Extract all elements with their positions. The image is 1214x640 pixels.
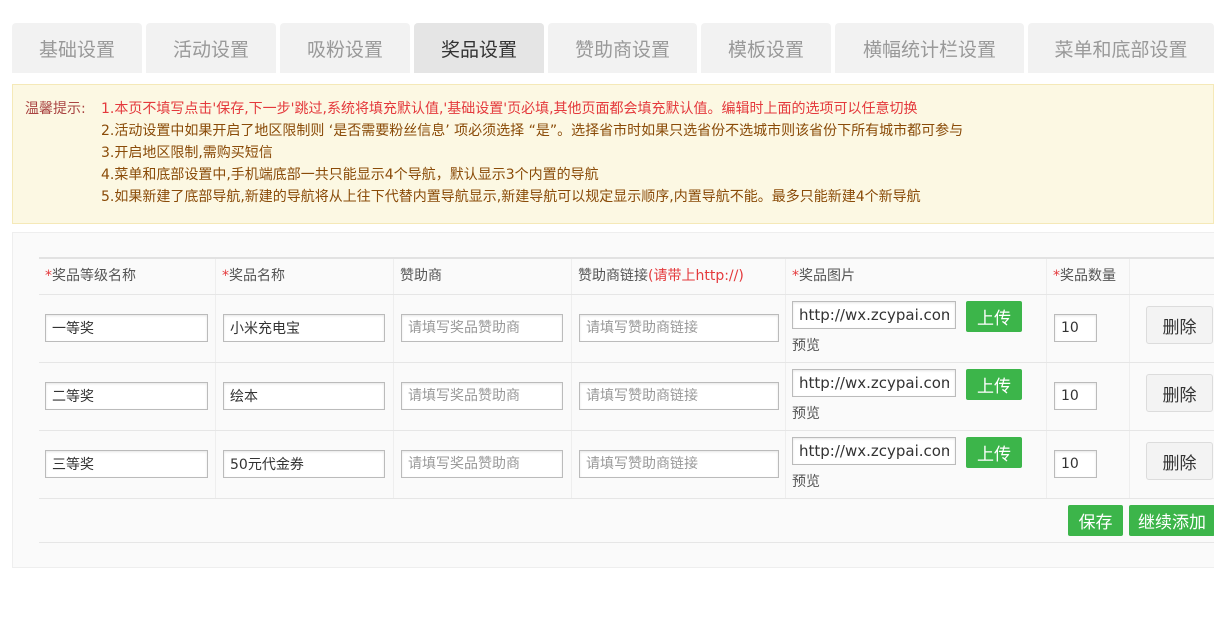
sponsor-input[interactable] <box>401 382 563 410</box>
upload-button[interactable]: 上传 <box>966 301 1022 332</box>
sponsor-link-input[interactable] <box>579 314 779 342</box>
sponsor-input[interactable] <box>401 314 563 342</box>
header-operation <box>1130 259 1214 294</box>
table-row: 上传 预览 删除 <box>39 431 1214 499</box>
level-name-input[interactable] <box>45 382 208 410</box>
prize-panel: *奖品等级名称 *奖品名称 赞助商 赞助商链接(请带上http://) *奖品图… <box>12 232 1214 568</box>
header-prize-quantity: *奖品数量 <box>1047 259 1130 294</box>
level-name-input[interactable] <box>45 314 208 342</box>
tab-bar: 基础设置 活动设置 吸粉设置 奖品设置 赞助商设置 模板设置 横幅统计栏设置 菜… <box>12 23 1214 73</box>
notice-line: 3.开启地区限制,需购买短信 <box>101 145 273 161</box>
prize-image-url-input[interactable] <box>792 301 956 329</box>
sponsor-link-input[interactable] <box>579 382 779 410</box>
action-bar: 保存 继续添加 <box>39 499 1214 543</box>
tab-banner-stats-settings[interactable]: 横幅统计栏设置 <box>835 23 1024 73</box>
notice-box: 温馨提示: 1.本页不填写点击'保存,下一步'跳过,系统将填充默认值,'基础设置… <box>12 84 1214 224</box>
prize-image-url-input[interactable] <box>792 437 956 465</box>
delete-button[interactable]: 删除 <box>1146 374 1213 412</box>
save-button[interactable]: 保存 <box>1068 505 1123 536</box>
quantity-input[interactable] <box>1054 450 1097 478</box>
table-row: 上传 预览 删除 <box>39 295 1214 363</box>
tab-follower-settings[interactable]: 吸粉设置 <box>280 23 410 73</box>
upload-button[interactable]: 上传 <box>966 437 1022 468</box>
tab-basic-settings[interactable]: 基础设置 <box>12 23 142 73</box>
prize-table: *奖品等级名称 *奖品名称 赞助商 赞助商链接(请带上http://) *奖品图… <box>39 257 1214 544</box>
notice-line: 4.菜单和底部设置中,手机端底部一共只能显示4个导航，默认显示3个内置的导航 <box>101 167 599 183</box>
preview-label[interactable]: 预览 <box>792 403 820 423</box>
table-row: 上传 预览 删除 <box>39 363 1214 431</box>
preview-label[interactable]: 预览 <box>792 335 820 355</box>
header-prize-name: *奖品名称 <box>216 259 394 294</box>
header-sponsor-link: 赞助商链接(请带上http://) <box>572 259 786 294</box>
header-sponsor: 赞助商 <box>394 259 572 294</box>
prize-name-input[interactable] <box>223 314 385 342</box>
prize-name-input[interactable] <box>223 382 385 410</box>
level-name-input[interactable] <box>45 450 208 478</box>
sponsor-input[interactable] <box>401 450 563 478</box>
tab-menu-footer-settings[interactable]: 菜单和底部设置 <box>1028 23 1214 73</box>
notice-line: 5.如果新建了底部导航,新建的导航将从上往下代替内置导航显示,新建导航可以规定显… <box>101 189 921 205</box>
quantity-input[interactable] <box>1054 382 1097 410</box>
notice-label: 温馨提示: <box>25 101 86 117</box>
preview-label[interactable]: 预览 <box>792 471 820 491</box>
notice-line: 1.本页不填写点击'保存,下一步'跳过,系统将填充默认值,'基础设置'页必填,其… <box>101 101 918 117</box>
quantity-input[interactable] <box>1054 314 1097 342</box>
upload-button[interactable]: 上传 <box>966 369 1022 400</box>
notice-lines: 1.本页不填写点击'保存,下一步'跳过,系统将填充默认值,'基础设置'页必填,其… <box>101 98 963 208</box>
tab-activity-settings[interactable]: 活动设置 <box>146 23 276 73</box>
notice-line: 2.活动设置中如果开启了地区限制则 ‘是否需要粉丝信息’ 项必须选择 “是”。选… <box>101 123 964 139</box>
prize-image-url-input[interactable] <box>792 369 956 397</box>
tab-template-settings[interactable]: 模板设置 <box>701 23 831 73</box>
action-row: 保存 继续添加 <box>39 499 1214 544</box>
header-level-name: *奖品等级名称 <box>39 259 216 294</box>
table-header: *奖品等级名称 *奖品名称 赞助商 赞助商链接(请带上http://) *奖品图… <box>39 259 1214 295</box>
delete-button[interactable]: 删除 <box>1146 306 1213 344</box>
continue-add-button[interactable]: 继续添加 <box>1129 505 1214 536</box>
tab-sponsor-settings[interactable]: 赞助商设置 <box>548 23 697 73</box>
delete-button[interactable]: 删除 <box>1146 442 1213 480</box>
header-prize-image: *奖品图片 <box>786 259 1047 294</box>
tab-prize-settings[interactable]: 奖品设置 <box>414 23 544 73</box>
sponsor-link-input[interactable] <box>579 450 779 478</box>
prize-name-input[interactable] <box>223 450 385 478</box>
